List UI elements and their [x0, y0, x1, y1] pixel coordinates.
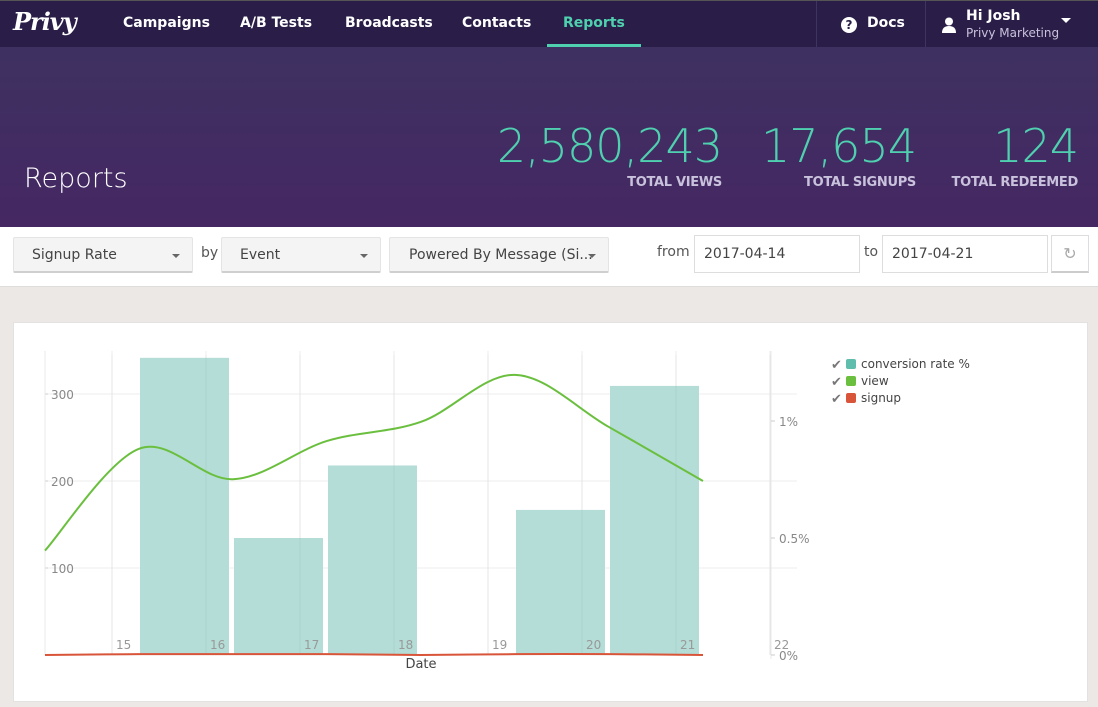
- legend-check-icon: ✔: [831, 375, 842, 390]
- legend-label[interactable]: conversion rate %: [861, 357, 970, 371]
- report-header: Reports 2,580,243 TOTAL VIEWS 17,654 TOT…: [0, 47, 1098, 227]
- bar-conversion-rate: [140, 357, 229, 655]
- user-org: Privy Marketing: [966, 26, 1060, 40]
- refresh-button[interactable]: ↻: [1051, 235, 1089, 273]
- y-right-tick-label: 1%: [779, 415, 798, 429]
- bar-conversion-rate: [328, 465, 417, 655]
- stat-total-views: 2,580,243 TOTAL VIEWS: [496, 119, 723, 190]
- x-tick-label: 16: [210, 638, 225, 652]
- y-left-tick-label: 200: [51, 475, 74, 489]
- x-tick-label: 15: [116, 638, 131, 652]
- legend-swatch: [846, 393, 856, 403]
- chart-card: 100 200 300 15 16 17 18 19 20 21 22 0% 0.5% 1% Date ✔ co…: [13, 322, 1088, 702]
- nav-contacts[interactable]: Contacts: [462, 1, 531, 47]
- stat-total-redeemed: 124 TOTAL REDEEMED: [952, 121, 1079, 190]
- campaign-value: Powered By Message (Si...: [409, 247, 593, 263]
- chevron-down-icon: [360, 254, 368, 258]
- y-right-tick-label: 0%: [779, 649, 798, 663]
- to-label: to: [864, 244, 879, 260]
- stat-label: TOTAL REDEEMED: [951, 175, 1079, 190]
- chevron-down-icon: [1061, 18, 1071, 23]
- group-value: Event: [240, 247, 281, 263]
- metric-select[interactable]: Signup Rate: [13, 237, 193, 273]
- docs-link[interactable]: ? Docs: [841, 1, 905, 47]
- by-label: by: [201, 245, 219, 261]
- stat-value: 2,580,243: [496, 119, 723, 173]
- from-date-input[interactable]: 2017-04-14: [694, 235, 860, 273]
- nav-divider: [816, 1, 817, 47]
- top-nav: Privy Campaigns A/B Tests Broadcasts Con…: [0, 0, 1098, 47]
- nav-ab-tests[interactable]: A/B Tests: [240, 1, 312, 47]
- help-icon: ?: [841, 17, 857, 33]
- stat-label: TOTAL VIEWS: [627, 175, 722, 190]
- from-label: from: [657, 244, 690, 260]
- legend-swatch: [846, 376, 856, 386]
- nav-divider: [925, 1, 926, 47]
- user-icon: [942, 17, 956, 33]
- nav-broadcasts[interactable]: Broadcasts: [345, 1, 433, 47]
- metric-value: Signup Rate: [32, 247, 117, 263]
- x-tick-label: 17: [304, 638, 319, 652]
- group-select[interactable]: Event: [221, 237, 381, 273]
- user-greeting: Hi Josh: [966, 8, 1021, 24]
- report-chart: 10020030015 16 17 18 19 20 21 220%0.5%1%Date✔ co…: [44, 351, 970, 672]
- legend-label[interactable]: view: [861, 374, 889, 388]
- refresh-icon: ↻: [1063, 244, 1077, 263]
- x-tick-label: 20: [586, 638, 601, 652]
- filter-bar: Signup Rate by Event Powered By Message …: [0, 227, 1098, 287]
- nav-campaigns[interactable]: Campaigns: [123, 1, 210, 47]
- x-axis-title: Date: [405, 657, 436, 672]
- legend-check-icon: ✔: [831, 392, 842, 407]
- y-left-tick-label: 100: [51, 562, 74, 576]
- x-tick-label: 19: [492, 638, 507, 652]
- stat-value: 124: [993, 119, 1079, 173]
- to-date-input[interactable]: 2017-04-21: [882, 235, 1048, 273]
- stat-label: TOTAL SIGNUPS: [804, 175, 916, 190]
- bar-conversion-rate: [516, 509, 605, 655]
- docs-label: Docs: [867, 15, 905, 31]
- chevron-down-icon: [172, 254, 180, 258]
- stat-value: 17,654: [761, 119, 917, 173]
- x-tick-label: 18: [398, 638, 413, 652]
- bar-conversion-rate: [610, 385, 699, 655]
- y-left-tick-label: 300: [51, 388, 74, 402]
- stat-total-signups: 17,654 TOTAL SIGNUPS: [761, 119, 917, 190]
- legend-check-icon: ✔: [831, 358, 842, 373]
- nav-reports[interactable]: Reports: [547, 1, 641, 47]
- privy-logo[interactable]: Privy: [13, 7, 77, 36]
- chevron-down-icon: [588, 254, 596, 258]
- x-tick-label: 21: [680, 638, 695, 652]
- line-signup: [44, 653, 704, 657]
- campaign-select[interactable]: Powered By Message (Si...: [389, 237, 609, 273]
- page-title: Reports: [24, 163, 128, 194]
- legend-label[interactable]: signup: [861, 391, 901, 405]
- legend-swatch: [846, 359, 856, 369]
- y-right-tick-label: 0.5%: [779, 532, 810, 546]
